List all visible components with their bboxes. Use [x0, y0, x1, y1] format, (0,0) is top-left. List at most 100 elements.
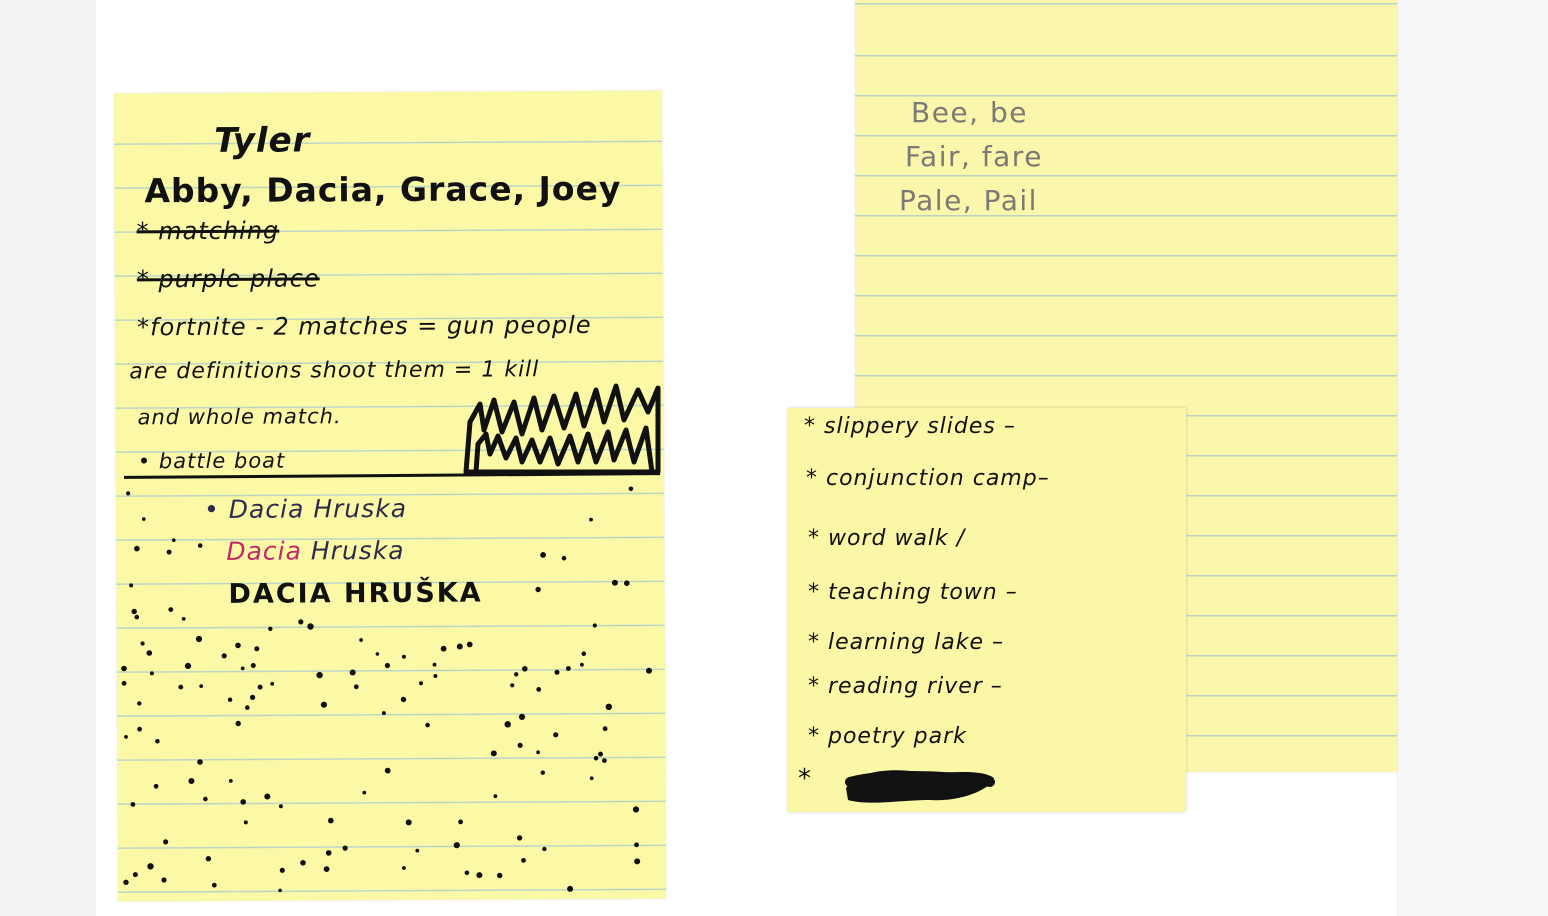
doodle-dot [415, 848, 420, 853]
doodle-dot [178, 684, 184, 690]
doodle-dot [540, 770, 545, 775]
doodle-dot [598, 751, 603, 757]
pencil-line-3: Pale, Pail [899, 184, 1038, 217]
crossed-item-1: * matching [136, 216, 280, 246]
doodle-dot [146, 650, 153, 656]
small-note: * slippery slides – * conjunction camp– … [788, 408, 1186, 812]
doodle-dot [504, 721, 511, 728]
doodle-dot [592, 623, 597, 628]
doodle-dot [432, 662, 437, 667]
doodle-dot [342, 845, 348, 851]
pencil-line-1: Bee, be [911, 96, 1028, 129]
doodle-dot [221, 653, 227, 659]
crossed-item-2: * purple place [136, 264, 320, 294]
doodle-dot [199, 684, 204, 688]
doodle-dot [153, 783, 159, 789]
doodle-dot [195, 635, 203, 643]
names-line: Abby, Dacia, Grace, Joey [144, 168, 622, 211]
doodle-dot [121, 665, 127, 672]
list-item-4: * teaching town – [808, 580, 1018, 605]
doodle-dot [517, 742, 523, 748]
doodle-dot [203, 796, 208, 802]
doodle-dot [553, 732, 559, 738]
doodle-dot [240, 666, 245, 671]
doodle-dot [126, 491, 131, 496]
list-item-5: * learning lake – [808, 630, 1004, 655]
doodle-dot [323, 866, 330, 872]
doodle-dot [134, 614, 140, 620]
scanner-edge [0, 0, 97, 916]
doodle-dot [132, 872, 138, 878]
doodle-dot [602, 726, 608, 732]
doodle-dot [228, 779, 233, 783]
doodle-dot [140, 641, 145, 646]
doodle-dot [254, 646, 260, 652]
list-item-3: * word walk / [808, 526, 966, 551]
note-line-3: and whole match. [137, 404, 342, 430]
doodle-dot [419, 681, 423, 686]
doodle-dot [566, 666, 571, 671]
doodle-dot [149, 671, 154, 676]
doodle-dot [456, 643, 463, 650]
doodle-dot [243, 820, 248, 825]
doodle-dot [536, 750, 540, 755]
doodle-dot [510, 683, 515, 688]
list-item-1: * slippery slides – [804, 414, 1016, 439]
doodle-dot [316, 671, 323, 679]
note-title: Tyler [214, 120, 311, 161]
doodle-dot [279, 867, 285, 873]
doodle-dot [561, 555, 567, 561]
doodle-dot [257, 684, 263, 690]
doodle-dot [235, 720, 241, 727]
doodle-dot [400, 696, 407, 703]
doodle-dot [476, 872, 483, 879]
doodle-dot [522, 666, 528, 672]
scan-right-edge [1396, 0, 1548, 916]
doodle-dot [580, 662, 584, 667]
doodle-dot [589, 776, 594, 781]
doodle-dot [211, 882, 217, 888]
doodle-dot [611, 579, 618, 586]
doodle-dot [646, 667, 652, 674]
doodle-dot [521, 858, 526, 863]
doodle-dot [634, 858, 641, 865]
doodle-dot [425, 722, 430, 728]
doodle-dot [142, 517, 146, 521]
doodle-dot [634, 842, 639, 848]
note-line-1: *fortnite - 2 matches = gun people [137, 310, 592, 342]
doodle-dot [205, 856, 212, 862]
list-item-6: * reading river – [808, 674, 1003, 699]
doodle-dot [349, 669, 356, 676]
dot-pattern [121, 486, 652, 893]
doodle-dot [602, 758, 607, 763]
doodle-dot [123, 879, 129, 885]
doodle-dot [245, 705, 250, 710]
doodle-dot [307, 623, 314, 630]
doodle-dot [466, 641, 473, 648]
doodle-dot [567, 885, 574, 892]
doodle-dot [161, 877, 167, 883]
doodle-dot [516, 835, 523, 841]
doodle-dot [381, 711, 386, 716]
doodle-dot [197, 759, 203, 765]
doodle-dot [163, 839, 169, 845]
doodle-dot [402, 866, 406, 870]
doodle-dot [131, 608, 137, 615]
doodle-dot [593, 755, 599, 761]
doodle-dot [493, 794, 498, 799]
doodle-dot [147, 863, 154, 870]
doodle-dot [433, 674, 438, 678]
doodle-dot [536, 687, 542, 692]
doodle-dot [384, 662, 390, 669]
doodle-dot [605, 703, 612, 710]
doodle-dot [124, 735, 128, 739]
doodle-dot [497, 872, 503, 879]
doodle-dot [320, 701, 327, 708]
doodle-dot [401, 654, 406, 659]
doodle-dot [458, 819, 463, 825]
doodle-dot [359, 638, 363, 642]
doodle-dot [298, 619, 304, 625]
doodle-dot [362, 790, 367, 795]
note-line-2: are definitions shoot them = 1 kill [129, 357, 540, 385]
doodle-dot [168, 607, 174, 612]
